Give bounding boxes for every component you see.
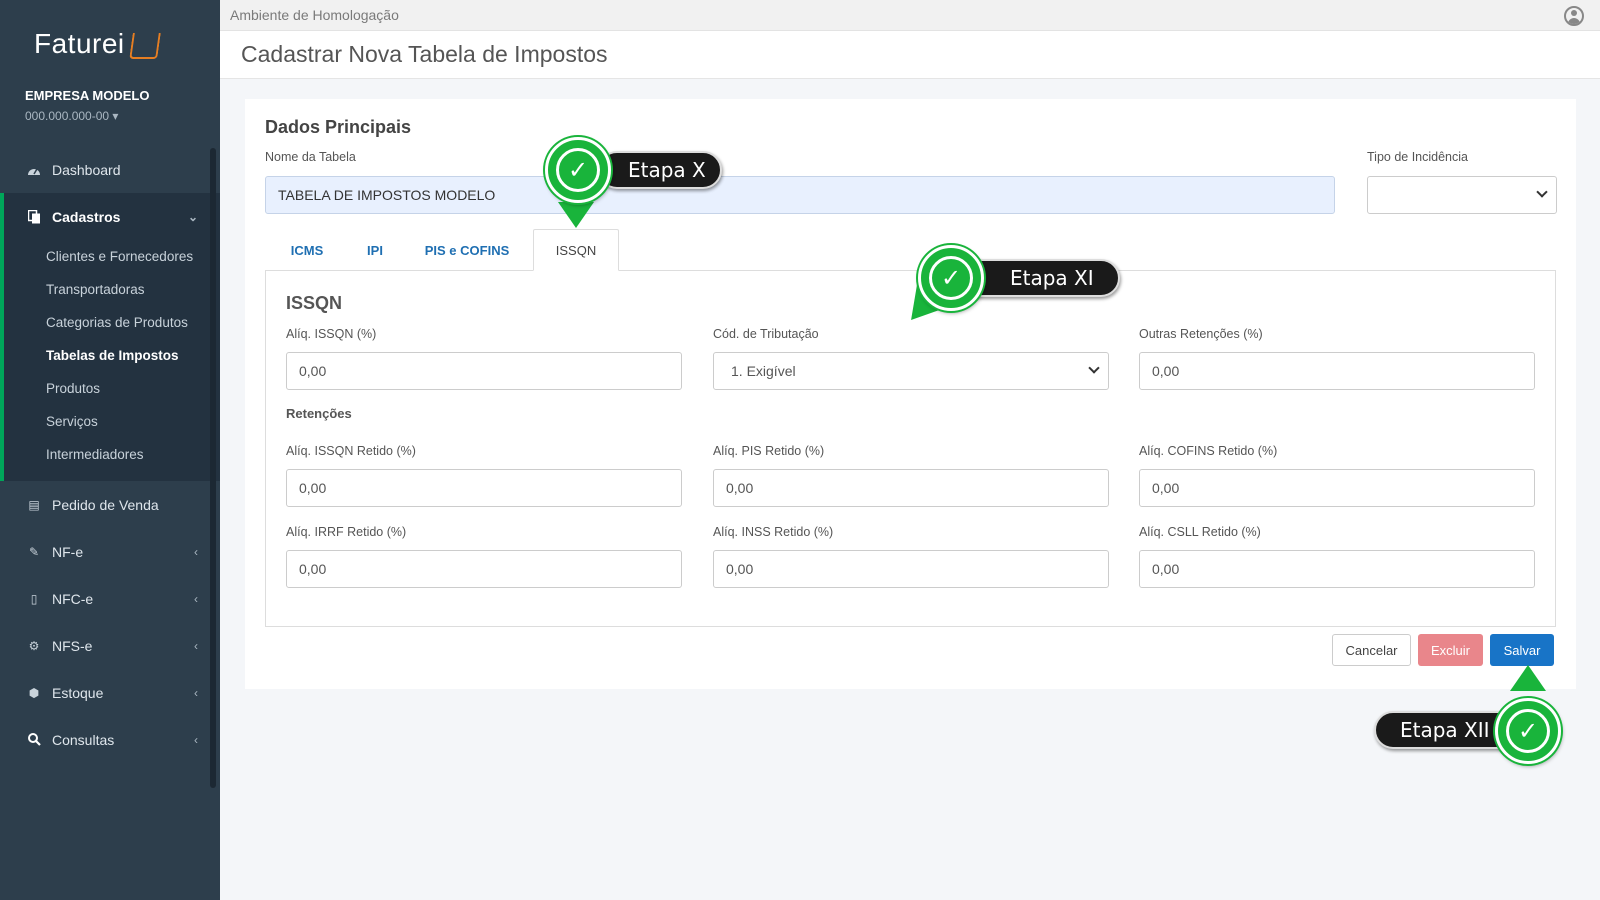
- company-name: EMPRESA MODELO: [25, 88, 150, 103]
- chevron-down-icon: [1536, 186, 1548, 198]
- table-name-input[interactable]: TABELA DE IMPOSTOS MODELO: [265, 176, 1335, 214]
- check-badge-icon: ✓: [545, 137, 611, 203]
- incidence-label: Tipo de Incidência: [1367, 150, 1468, 164]
- incidence-select[interactable]: [1367, 176, 1557, 214]
- gears-icon: ⚙: [28, 638, 40, 653]
- aliq-issqn-label: Alíq. ISSQN (%): [286, 327, 377, 341]
- chevron-down-icon: [1088, 362, 1100, 374]
- cod-tributacao-label: Cód. de Tributação: [713, 327, 819, 341]
- box-icon: ⬢: [28, 685, 40, 700]
- files-icon: [26, 209, 42, 224]
- retido-pis-input[interactable]: 0,00: [713, 469, 1109, 507]
- chevron-left-icon: ‹: [194, 685, 198, 700]
- caret-down-icon: ▾: [112, 109, 119, 123]
- topbar: Ambiente de Homologação: [220, 0, 1600, 31]
- tab-ipi[interactable]: IPI: [349, 229, 401, 271]
- sidebar-group-cadastros: Cadastros ⌄ Clientes e Fornecedores Tran…: [0, 193, 220, 481]
- file-icon: ▯: [30, 591, 38, 606]
- sidebar-item-label: Cadastros: [52, 208, 121, 225]
- page-title: Cadastrar Nova Tabela de Impostos: [241, 41, 608, 67]
- outras-retencoes-label: Outras Retenções (%): [1139, 327, 1263, 341]
- cancel-button[interactable]: Cancelar: [1332, 634, 1411, 666]
- panel-title: ISSQN: [286, 293, 343, 313]
- check-badge-icon: ✓: [918, 245, 984, 311]
- sidebar-subitem-categorias[interactable]: Categorias de Produtos: [4, 306, 220, 339]
- sidebar-item-dashboard[interactable]: Dashboard: [0, 146, 220, 193]
- environment-label: Ambiente de Homologação: [230, 7, 399, 23]
- tab-icms[interactable]: ICMS: [265, 229, 349, 271]
- save-button[interactable]: Salvar: [1490, 634, 1554, 666]
- step-pointer: [1510, 665, 1546, 691]
- sidebar-subitem-produtos[interactable]: Produtos: [4, 372, 220, 405]
- tab-pis-cofins[interactable]: PIS e COFINS: [401, 229, 533, 271]
- retido-cofins-label: Alíq. COFINS Retido (%): [1139, 444, 1278, 458]
- retido-pis-label: Alíq. PIS Retido (%): [713, 444, 825, 458]
- sidebar-subitem-transportadoras[interactable]: Transportadoras: [4, 273, 220, 306]
- brand-name: Faturei: [34, 28, 125, 59]
- company-id: 000.000.000-00 ▾: [25, 109, 119, 123]
- retido-irrf-label: Alíq. IRRF Retido (%): [286, 525, 407, 539]
- chevron-left-icon: ‹: [194, 544, 198, 559]
- section-title: Dados Principais: [265, 117, 412, 137]
- sidebar-subitem-clientes[interactable]: Clientes e Fornecedores: [4, 240, 220, 273]
- retencoes-heading: Retenções: [286, 406, 352, 421]
- sidebar-item-nfce[interactable]: ▯ NFC-e ‹: [0, 575, 220, 622]
- sidebar-item-label: NFC-e: [52, 590, 94, 607]
- retido-csll-label: Alíq. CSLL Retido (%): [1139, 525, 1261, 539]
- retido-cofins-input[interactable]: 0,00: [1139, 469, 1535, 507]
- delete-button[interactable]: Excluir: [1418, 634, 1483, 666]
- sidebar-item-label: Pedido de Venda: [52, 496, 159, 513]
- sidebar-item-label: Consultas: [52, 731, 115, 748]
- sidebar-item-consultas[interactable]: Consultas ‹: [0, 716, 220, 763]
- sidebar-item-nfse[interactable]: ⚙ NFS-e ‹: [0, 622, 220, 669]
- document-edit-icon: ✎: [28, 544, 40, 559]
- cod-tributacao-select[interactable]: 1. Exigível: [713, 352, 1109, 390]
- sidebar-scrollbar[interactable]: [210, 148, 216, 788]
- sidebar-item-label: Dashboard: [52, 161, 121, 178]
- issqn-panel: ISSQN Alíq. ISSQN (%) 0,00 Cód. de Tribu…: [265, 270, 1556, 627]
- retido-issqn-label: Alíq. ISSQN Retido (%): [286, 444, 416, 458]
- check-badge-icon: ✓: [1495, 698, 1561, 764]
- step-callout-11: Etapa XI: [960, 259, 1120, 297]
- sidebar-item-pedido-venda[interactable]: ▤ Pedido de Venda: [0, 481, 220, 528]
- retido-irrf-input[interactable]: 0,00: [286, 550, 682, 588]
- step-pointer: [558, 202, 594, 228]
- company-selector[interactable]: EMPRESA MODELO 000.000.000-00 ▾: [0, 88, 220, 146]
- page-header: Cadastrar Nova Tabela de Impostos: [220, 31, 1600, 79]
- tab-issqn[interactable]: ISSQN: [533, 229, 619, 271]
- sidebar-item-nfe[interactable]: ✎ NF-e ‹: [0, 528, 220, 575]
- cart-icon: [128, 33, 161, 59]
- chevron-left-icon: ‹: [194, 732, 198, 747]
- search-icon: [26, 733, 42, 747]
- sidebar: Faturei EMPRESA MODELO 000.000.000-00 ▾ …: [0, 0, 220, 900]
- form-card: Dados Principais Nome da Tabela TABELA D…: [245, 99, 1576, 689]
- sidebar-item-cadastros[interactable]: Cadastros ⌄: [4, 193, 220, 240]
- outras-retencoes-input[interactable]: 0,00: [1139, 352, 1535, 390]
- retido-csll-input[interactable]: 0,00: [1139, 550, 1535, 588]
- sidebar-item-label: NFS-e: [52, 637, 93, 654]
- chevron-left-icon: ‹: [194, 591, 198, 606]
- sidebar-item-label: Estoque: [52, 684, 104, 701]
- aliq-issqn-input[interactable]: 0,00: [286, 352, 682, 390]
- cadastros-submenu: Clientes e Fornecedores Transportadoras …: [4, 240, 220, 481]
- sidebar-subitem-servicos[interactable]: Serviços: [4, 405, 220, 438]
- step-callout-10: Etapa X: [598, 151, 722, 189]
- table-name-label: Nome da Tabela: [265, 150, 356, 164]
- sidebar-item-label: NF-e: [52, 543, 84, 560]
- dashboard-icon: [26, 163, 42, 177]
- document-icon: ▤: [28, 497, 40, 512]
- retido-inss-input[interactable]: 0,00: [713, 550, 1109, 588]
- user-icon[interactable]: [1564, 6, 1584, 26]
- chevron-left-icon: ‹: [194, 638, 198, 653]
- brand-logo[interactable]: Faturei: [0, 0, 220, 88]
- sidebar-subitem-tabelas-impostos[interactable]: Tabelas de Impostos: [4, 339, 220, 372]
- retido-issqn-input[interactable]: 0,00: [286, 469, 682, 507]
- sidebar-nav: Dashboard Cadastros ⌄ Clientes e Fornece…: [0, 146, 220, 763]
- sidebar-item-estoque[interactable]: ⬢ Estoque ‹: [0, 669, 220, 716]
- chevron-down-icon: ⌄: [187, 209, 198, 224]
- sidebar-subitem-intermediadores[interactable]: Intermediadores: [4, 438, 220, 471]
- retido-inss-label: Alíq. INSS Retido (%): [713, 525, 834, 539]
